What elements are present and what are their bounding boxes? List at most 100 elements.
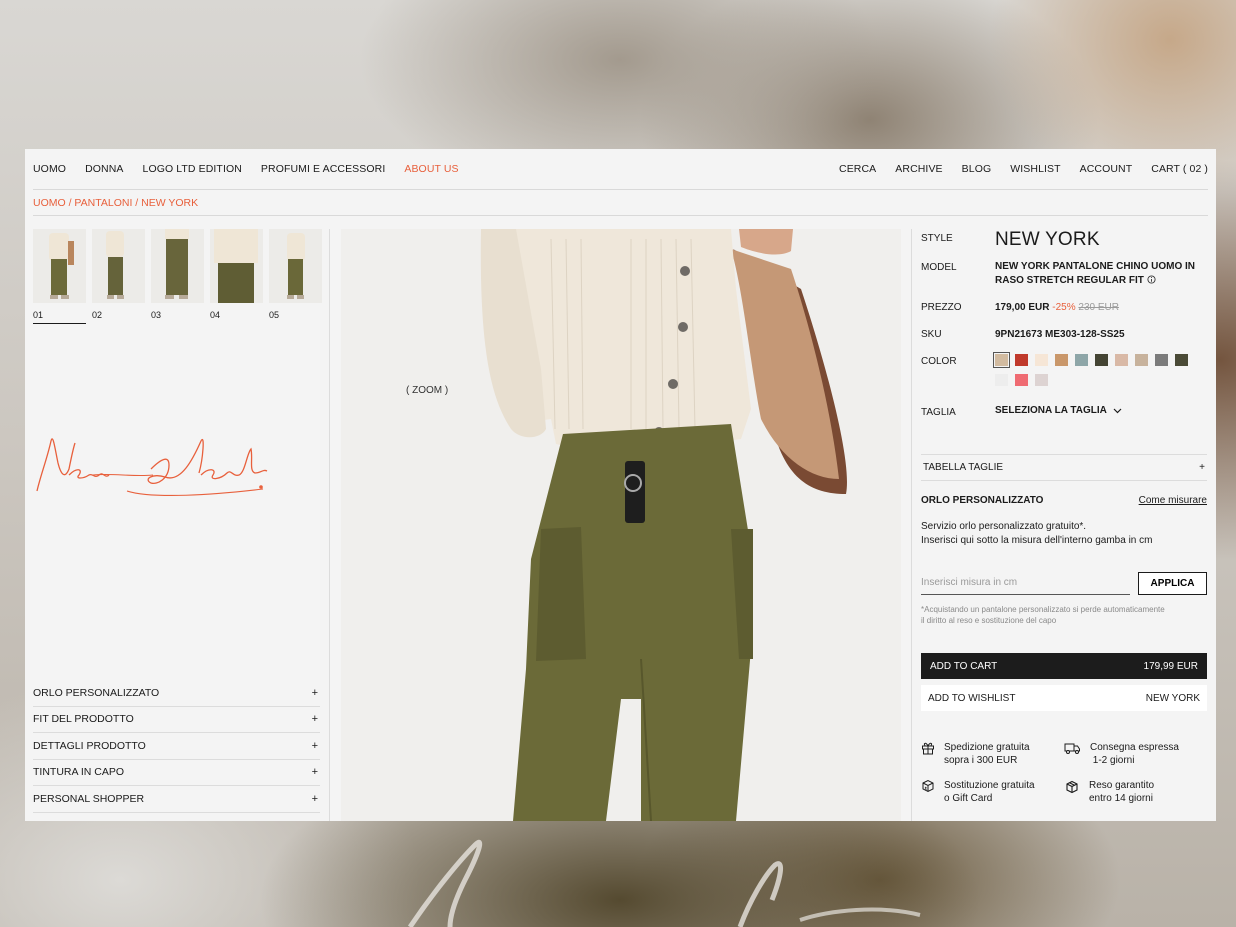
orlo-title: ORLO PERSONALIZZATO — [921, 495, 1044, 506]
thumbnail-02[interactable]: 02 — [92, 229, 145, 324]
color-swatch[interactable] — [1115, 354, 1128, 366]
color-swatch[interactable] — [1175, 354, 1188, 366]
thumbnail-05[interactable]: 05 — [269, 229, 322, 324]
perk-line1: Consegna espressa — [1090, 742, 1179, 753]
add-to-wishlist-button[interactable]: ADD TO WISHLIST NEW YORK — [921, 685, 1207, 711]
measure-input[interactable] — [921, 573, 1130, 595]
info-icon[interactable] — [1147, 275, 1156, 284]
thumbnail-number: 05 — [269, 310, 280, 320]
model-text: NEW YORK PANTALONE CHINO UOMO IN RASO ST… — [995, 261, 1195, 286]
nav-account[interactable]: ACCOUNT — [1080, 163, 1133, 175]
color-swatch[interactable] — [1075, 354, 1088, 366]
accordion-label: PERSONAL SHOPPER — [33, 792, 145, 805]
column-divider — [329, 229, 330, 821]
perk-line1: Spedizione gratuita — [944, 742, 1030, 753]
orlo-description: Servizio orlo personalizzato gratuito*. … — [921, 520, 1207, 548]
nav-logo-ltd-edition[interactable]: LOGO LTD EDITION — [143, 163, 242, 175]
perk-line2: o Gift Card — [944, 793, 993, 804]
size-table-label: TABELLA TAGLIE — [923, 462, 1004, 473]
size-table-toggle[interactable]: TABELLA TAGLIE + — [921, 454, 1207, 481]
nav-blog[interactable]: BLOG — [962, 163, 992, 175]
nav-archive[interactable]: ARCHIVE — [895, 163, 942, 175]
wishlist-product-name: NEW YORK — [1145, 692, 1200, 704]
thumbnail-01[interactable]: 01 — [33, 229, 86, 324]
thumbnail-number: 02 — [92, 310, 103, 320]
style-label: STYLE — [921, 233, 953, 244]
color-swatch[interactable] — [1015, 374, 1028, 386]
perk-line2: 1-2 giorni — [1090, 755, 1135, 766]
nav-right: CERCA ARCHIVE BLOG WISHLIST ACCOUNT CART… — [839, 163, 1208, 175]
price: 179,00 EUR -25% 230 EUR — [995, 300, 1207, 313]
come-misurare-link[interactable]: Come misurare — [1139, 495, 1207, 506]
nav-profumi-accessori[interactable]: PROFUMI E ACCESSORI — [261, 163, 385, 175]
box-swap-icon — [922, 779, 934, 793]
model-photo — [341, 229, 901, 821]
size-label: TAGLIA — [921, 407, 956, 418]
nav-cart[interactable]: CART ( 02 ) — [1151, 163, 1208, 175]
plus-icon: + — [311, 713, 318, 726]
model-name: NEW YORK PANTALONE CHINO UOMO IN RASO ST… — [995, 260, 1207, 288]
accordion-dettagli-prodotto[interactable]: DETTAGLI PRODOTTO + — [33, 733, 320, 760]
perk-free-exchange: Sostituzione gratuita o Gift Card — [921, 779, 1064, 805]
discount-badge: -25% — [1052, 302, 1076, 313]
accordion-label: ORLO PERSONALIZZATO — [33, 686, 160, 699]
size-row: TAGLIA SELEZIONA LA TAGLIA — [921, 405, 1207, 418]
color-swatch[interactable] — [1055, 354, 1068, 366]
perk-express-delivery: Consegna espressa 1-2 giorni — [1064, 741, 1207, 767]
plus-icon: + — [311, 792, 318, 805]
color-swatch[interactable] — [1035, 354, 1048, 366]
orlo-note-line1: *Acquistando un pantalone personalizzato… — [921, 605, 1165, 614]
accordion-label: TINTURA IN CAPO — [33, 766, 125, 779]
color-swatch[interactable] — [993, 352, 1010, 368]
color-swatch[interactable] — [1035, 374, 1048, 386]
product-details: STYLE NEW YORK MODEL NEW YORK PANTALONE … — [921, 229, 1207, 821]
perk-line2: entro 14 giorni — [1089, 793, 1153, 804]
color-swatch[interactable] — [1135, 354, 1148, 366]
model-label: MODEL — [921, 262, 957, 273]
accordion-personal-shopper[interactable]: PERSONAL SHOPPER + — [33, 786, 320, 813]
plus-icon: + — [311, 686, 318, 699]
perk-free-shipping: Spedizione gratuita sopra i 300 EUR — [921, 741, 1064, 767]
color-swatch[interactable] — [995, 374, 1008, 386]
thumbnail-image — [33, 229, 86, 303]
size-select[interactable]: SELEZIONA LA TAGLIA — [995, 405, 1207, 416]
add-to-wishlist-label: ADD TO WISHLIST — [928, 692, 1016, 704]
thumbnail-image — [210, 229, 263, 303]
apply-button[interactable]: APPLICA — [1138, 572, 1207, 595]
old-price: 230 EUR — [1078, 302, 1119, 313]
add-to-cart-label: ADD TO CART — [930, 660, 998, 672]
orlo-header: ORLO PERSONALIZZATO Come misurare — [921, 495, 1207, 506]
nav-about-us[interactable]: ABOUT US — [404, 163, 458, 175]
add-to-cart-button[interactable]: ADD TO CART 179,99 EUR — [921, 653, 1207, 679]
color-swatch[interactable] — [1095, 354, 1108, 366]
thumbnail-strip: 01 02 03 04 05 — [33, 229, 322, 324]
nav-donna[interactable]: DONNA — [85, 163, 123, 175]
breadcrumb[interactable]: UOMO / PANTALONI / NEW YORK — [33, 190, 1208, 216]
service-perks: Spedizione gratuita sopra i 300 EUR Cons… — [921, 741, 1207, 805]
thumbnail-image — [269, 229, 322, 303]
color-swatch[interactable] — [1015, 354, 1028, 366]
zoom-label[interactable]: ( ZOOM ) — [406, 385, 448, 396]
thumbnail-03[interactable]: 03 — [151, 229, 204, 324]
style-row: STYLE NEW YORK — [921, 229, 1207, 251]
nav-uomo[interactable]: UOMO — [33, 163, 66, 175]
orlo-note-line2: il diritto al reso e sostituzione del ca… — [921, 616, 1057, 625]
sku-value: 9PN21673 ME303-128-SS25 — [995, 329, 1125, 340]
main-product-image[interactable]: ( ZOOM ) — [341, 229, 901, 821]
color-swatch[interactable] — [1155, 354, 1168, 366]
perk-line1: Sostituzione gratuita — [944, 780, 1035, 791]
nav-wishlist[interactable]: WISHLIST — [1010, 163, 1060, 175]
thumbnail-04[interactable]: 04 — [210, 229, 263, 324]
accordion-tintura-in-capo[interactable]: TINTURA IN CAPO + — [33, 760, 320, 786]
color-label: COLOR — [921, 356, 957, 367]
background-script-decoration — [407, 840, 921, 927]
left-accordion: ORLO PERSONALIZZATO + FIT DEL PRODOTTO +… — [33, 680, 320, 813]
model-row: MODEL NEW YORK PANTALONE CHINO UOMO IN R… — [921, 260, 1207, 288]
accordion-fit-del-prodotto[interactable]: FIT DEL PRODOTTO + — [33, 707, 320, 733]
column-divider — [911, 229, 912, 821]
accordion-label: DETTAGLI PRODOTTO — [33, 739, 146, 752]
accordion-orlo-personalizzato[interactable]: ORLO PERSONALIZZATO + — [33, 680, 320, 707]
nav-cerca[interactable]: CERCA — [839, 163, 876, 175]
nav-left: UOMO DONNA LOGO LTD EDITION PROFUMI E AC… — [33, 163, 459, 175]
plus-icon: + — [311, 739, 318, 752]
